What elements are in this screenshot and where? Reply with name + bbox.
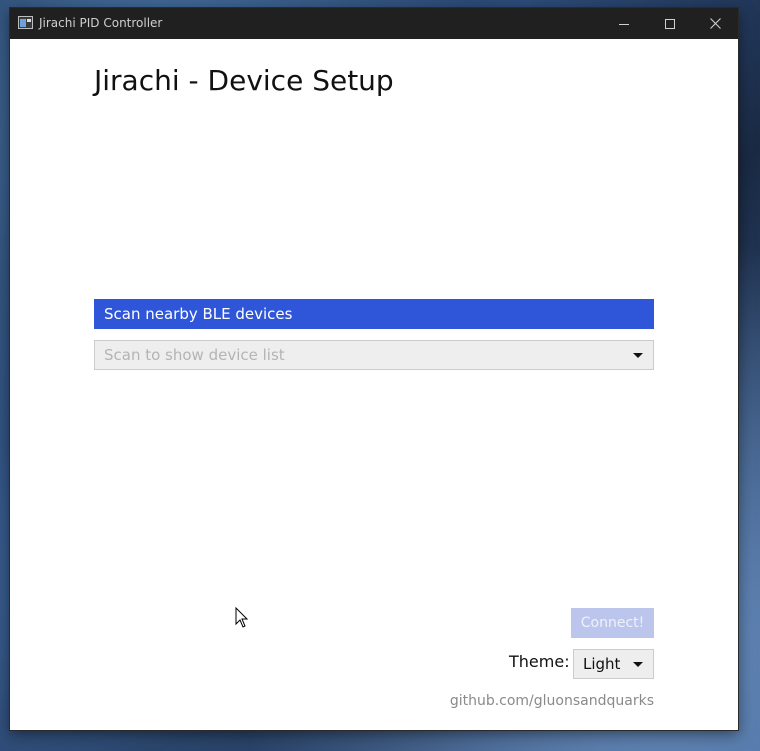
device-list-dropdown[interactable]: Scan to show device list	[94, 340, 654, 370]
app-window: Jirachi PID Controller Jirachi - Device …	[10, 8, 738, 730]
mouse-cursor-icon	[235, 607, 249, 628]
maximize-icon	[665, 18, 675, 29]
theme-label: Theme:	[509, 652, 570, 671]
chevron-down-icon	[633, 353, 643, 358]
app-icon	[18, 16, 33, 29]
connect-button[interactable]: Connect!	[571, 608, 654, 638]
github-link[interactable]: github.com/gluonsandquarks	[450, 692, 654, 710]
theme-selected-value: Light	[583, 655, 621, 673]
close-button[interactable]	[692, 8, 738, 39]
device-list-placeholder: Scan to show device list	[104, 346, 285, 364]
scan-devices-button[interactable]: Scan nearby BLE devices	[94, 299, 654, 329]
close-icon	[709, 18, 721, 29]
window-title: Jirachi PID Controller	[39, 16, 163, 30]
window-content: Jirachi - Device Setup Scan nearby BLE d…	[10, 39, 738, 730]
chevron-down-icon	[633, 662, 643, 667]
minimize-icon	[619, 23, 629, 25]
theme-dropdown[interactable]: Light	[573, 649, 654, 679]
title-bar[interactable]: Jirachi PID Controller	[10, 8, 738, 39]
maximize-button[interactable]	[647, 8, 693, 39]
page-title: Jirachi - Device Setup	[94, 64, 394, 97]
minimize-button[interactable]	[601, 8, 647, 39]
